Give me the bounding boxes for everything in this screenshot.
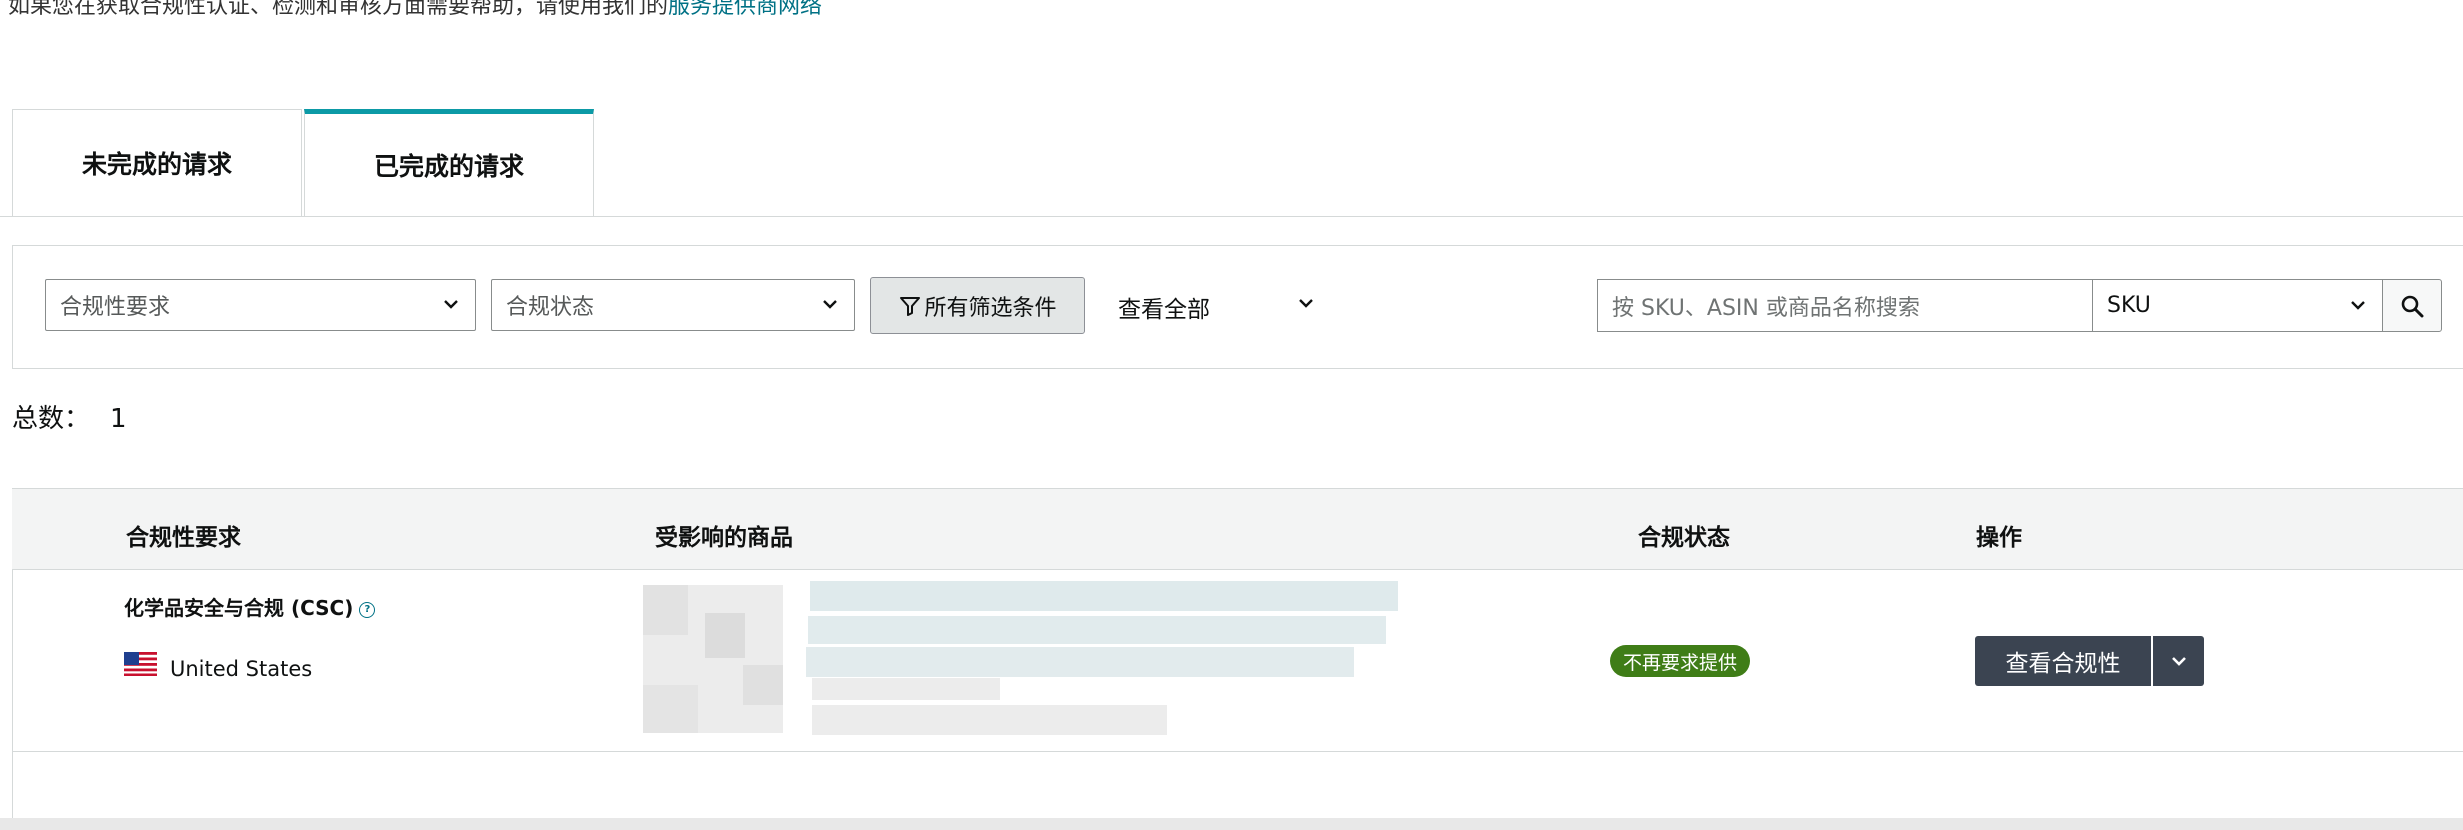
requirement-name-text: 化学品安全与合规 (CSC) [124,596,354,620]
chevron-down-icon [823,300,837,309]
chevron-down-icon [2351,301,2365,310]
product-asin [812,678,1000,700]
tabs-divider [0,216,2463,217]
header-compliance-status: 合规状态 [1638,525,1730,551]
tab-open-requests-label: 未完成的请求 [81,150,232,179]
tab-completed-requests-label: 已完成的请求 [373,152,524,181]
product-sku [812,705,1167,735]
requirement-name: 化学品安全与合规 (CSC)? [124,592,376,621]
filter-icon [900,296,921,316]
search-button[interactable] [2382,279,2442,332]
total-count: 总数： 1 [12,398,127,435]
help-text-label: 如果您在获取合规性认证、检测和审核方面需要帮助，请使用我们的 [8,0,669,19]
search-input-placeholder: 按 SKU、ASIN 或商品名称搜索 [1612,295,1920,321]
product-title-line-2[interactable] [808,616,1386,644]
product-thumbnail[interactable] [643,585,783,733]
search-input[interactable]: 按 SKU、ASIN 或商品名称搜索 [1597,279,2092,332]
product-title-line-3[interactable] [806,647,1354,677]
total-number: 1 [110,404,127,434]
service-provider-link[interactable]: 服务提供商网络 [668,0,822,19]
status-badge: 不再要求提供 [1610,645,1751,677]
info-icon[interactable]: ? [359,601,376,618]
header-actions: 操作 [1976,525,2022,551]
requirement-select[interactable]: 合规性要求 [45,279,476,331]
product-title-line-1[interactable] [810,581,1398,611]
horizontal-scrollbar[interactable] [0,818,2463,830]
requirement-select-label: 合规性要求 [60,295,171,320]
chevron-down-icon[interactable] [1296,293,1316,313]
row-divider [12,751,2463,752]
status-select-label: 合规状态 [506,295,595,320]
total-label: 总数： [12,404,91,434]
tab-completed-requests[interactable]: 已完成的请求 [304,109,594,216]
search-icon [2401,295,2424,317]
header-requirement: 合规性要求 [126,525,241,551]
view-compliance-button[interactable]: 查看合规性 [1975,636,2151,686]
tab-open-requests[interactable]: 未完成的请求 [12,109,302,216]
country-name: United States [170,657,313,681]
search-type-label: SKU [2107,293,2151,318]
help-text: 如果您在获取合规性认证、检测和审核方面需要帮助，请使用我们的服务提供商网络 [8,0,822,20]
chevron-down-icon [444,300,458,309]
us-flag-icon [124,652,157,676]
search-type-select[interactable]: SKU [2092,279,2383,332]
chevron-down-icon [2171,657,2186,666]
all-filters-label: 所有筛选条件 [924,295,1057,321]
all-filters-button[interactable]: 所有筛选条件 [870,277,1085,334]
status-select[interactable]: 合规状态 [491,279,855,331]
header-affected-products: 受影响的商品 [655,525,793,551]
actions-dropdown-button[interactable] [2153,636,2204,686]
table-header [12,488,2463,570]
view-all-dropdown[interactable]: 查看全部 [1118,290,1210,324]
